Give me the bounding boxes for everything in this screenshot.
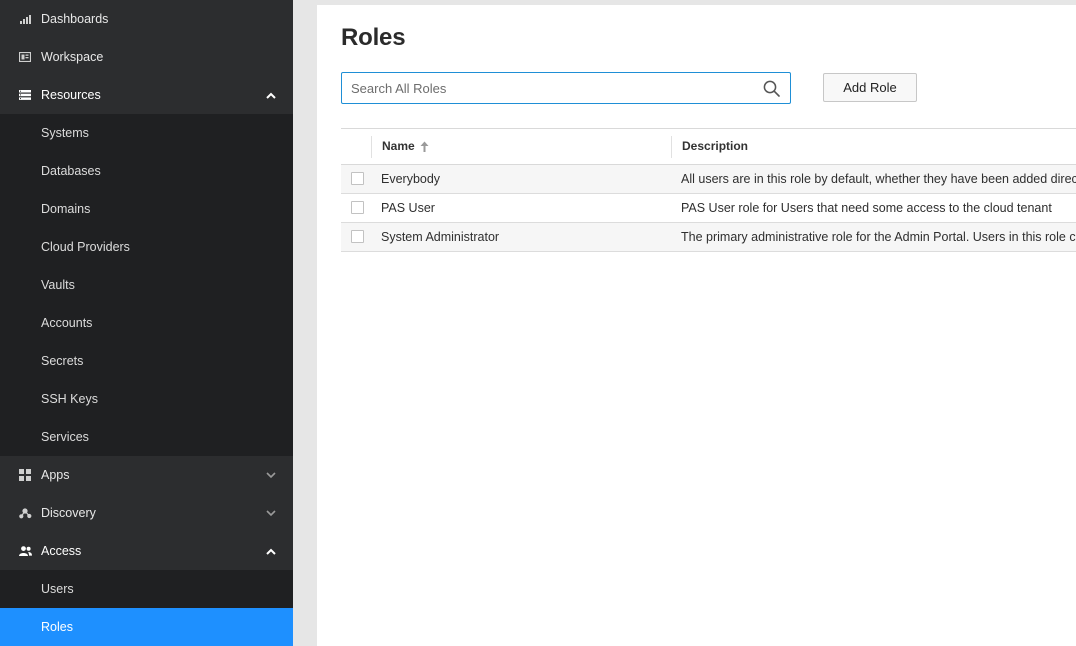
sidebar-subitem-databases[interactable]: Databases	[0, 152, 293, 190]
sidebar-subitem-label: Systems	[41, 126, 89, 140]
sidebar-subitem-label: Accounts	[41, 316, 93, 330]
sidebar-item-label: Discovery	[41, 506, 96, 520]
sort-ascending-icon	[420, 141, 429, 152]
table-header: Name Description	[341, 129, 1076, 165]
sidebar-subitem-roles[interactable]: Roles	[0, 608, 293, 646]
sidebar-item-discovery[interactable]: Discovery	[0, 494, 293, 532]
sidebar-item-dashboards[interactable]: Dashboards	[0, 0, 293, 38]
sidebar-subitem-label: Roles	[41, 620, 73, 634]
role-name[interactable]: PAS User	[381, 201, 435, 215]
sidebar-subitem-label: Services	[41, 430, 89, 444]
sidebar-subitem-vaults[interactable]: Vaults	[0, 266, 293, 304]
sidebar: Dashboards Workspace Resources Systems D…	[0, 0, 293, 646]
sidebar-item-label: Workspace	[41, 50, 104, 64]
role-name[interactable]: Everybody	[381, 172, 440, 186]
role-description: All users are in this role by default, w…	[681, 172, 1076, 186]
role-name[interactable]: System Administrator	[381, 230, 499, 244]
role-description: The primary administrative role for the …	[681, 230, 1076, 244]
search-icon[interactable]	[763, 80, 780, 97]
table-row[interactable]: PAS User PAS User role for Users that ne…	[341, 194, 1076, 223]
sidebar-item-label: Dashboards	[41, 12, 109, 26]
table-row[interactable]: Everybody All users are in this role by …	[341, 165, 1076, 194]
sidebar-item-label: Access	[41, 544, 82, 558]
chevron-up-icon	[266, 546, 276, 556]
sidebar-subitem-label: Secrets	[41, 354, 84, 368]
bar-chart-icon	[18, 12, 32, 26]
sidebar-subitem-label: Databases	[41, 164, 101, 178]
sidebar-item-apps[interactable]: Apps	[0, 456, 293, 494]
column-separator	[371, 136, 372, 158]
search-input[interactable]	[342, 73, 751, 103]
sidebar-item-label: Resources	[41, 88, 101, 102]
table-row[interactable]: System Administrator The primary adminis…	[341, 223, 1076, 252]
column-header-label: Name	[382, 139, 415, 153]
server-list-icon	[18, 88, 32, 102]
sidebar-item-resources[interactable]: Resources	[0, 76, 293, 114]
roles-table: Name Description Everybody All users are…	[341, 128, 1076, 252]
discovery-icon	[18, 506, 32, 520]
column-header-description[interactable]: Description	[682, 139, 748, 153]
sidebar-subitem-ssh-keys[interactable]: SSH Keys	[0, 380, 293, 418]
role-description: PAS User role for Users that need some a…	[681, 201, 1052, 215]
sidebar-item-workspace[interactable]: Workspace	[0, 38, 293, 76]
sidebar-subitem-secrets[interactable]: Secrets	[0, 342, 293, 380]
sidebar-subitem-services[interactable]: Services	[0, 418, 293, 456]
sidebar-subitem-label: Users	[41, 582, 74, 596]
sidebar-item-label: Apps	[41, 468, 70, 482]
sidebar-subitem-accounts[interactable]: Accounts	[0, 304, 293, 342]
chevron-down-icon	[266, 508, 276, 518]
sidebar-subitem-label: Vaults	[41, 278, 75, 292]
chevron-up-icon	[266, 90, 276, 100]
add-role-button[interactable]: Add Role	[823, 73, 917, 102]
sidebar-subitem-domains[interactable]: Domains	[0, 190, 293, 228]
search-box	[341, 72, 791, 104]
chevron-down-icon	[266, 470, 276, 480]
users-icon	[18, 544, 32, 558]
row-checkbox[interactable]	[351, 172, 364, 185]
sidebar-menu: Dashboards Workspace Resources Systems D…	[0, 2, 293, 646]
sidebar-subitem-cloud-providers[interactable]: Cloud Providers	[0, 228, 293, 266]
column-separator	[671, 136, 672, 158]
workspace-icon	[18, 50, 32, 64]
row-checkbox[interactable]	[351, 201, 364, 214]
sidebar-subitem-label: Cloud Providers	[41, 240, 130, 254]
sidebar-item-access[interactable]: Access	[0, 532, 293, 570]
row-checkbox[interactable]	[351, 230, 364, 243]
sidebar-subitem-systems[interactable]: Systems	[0, 114, 293, 152]
apps-grid-icon	[18, 468, 32, 482]
roles-panel: Roles Add Role Name Description Everybod…	[317, 5, 1076, 646]
column-header-name[interactable]: Name	[382, 139, 429, 153]
page-title: Roles	[341, 24, 406, 51]
sidebar-subitem-label: SSH Keys	[41, 392, 98, 406]
sidebar-subitem-users[interactable]: Users	[0, 570, 293, 608]
sidebar-subitem-label: Domains	[41, 202, 91, 216]
